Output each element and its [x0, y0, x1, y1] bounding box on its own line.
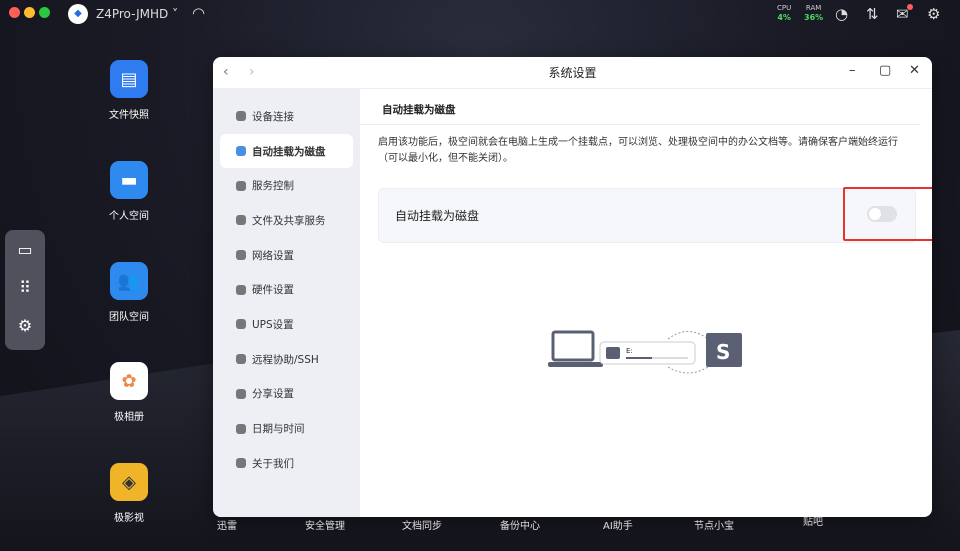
app-label: 团队空间	[109, 312, 149, 323]
cpu-usage: CPU 4%	[777, 4, 791, 22]
user-icon	[236, 458, 246, 469]
file-share-icon	[236, 215, 246, 226]
sidebar-item-label: 分享设置	[252, 388, 294, 401]
maximize-button[interactable]: ▢	[879, 63, 891, 78]
sidebar-item-label: 文件及共享服务	[252, 214, 326, 227]
nas-device-icon: S	[706, 333, 742, 367]
notification-dot	[907, 4, 913, 10]
setting-label: 自动挂载为磁盘	[395, 209, 480, 223]
sidebar-item-label: UPS设置	[252, 318, 294, 331]
app-video[interactable]: ◈ 极影视	[89, 463, 169, 524]
ram-value: 36%	[804, 13, 824, 22]
apps-grid-icon[interactable]: ⠿	[5, 268, 45, 306]
sidebar-item-label: 日期与时间	[252, 423, 305, 436]
side-dock: ▭ ⠿ ⚙	[5, 230, 45, 350]
sidebar-item-share[interactable]: 分享设置	[220, 377, 353, 412]
drive-label: E:	[626, 347, 633, 355]
sidebar-item-datetime[interactable]: 日期与时间	[220, 411, 353, 446]
auto-mount-setting-card: 自动挂载为磁盘	[378, 187, 932, 243]
ram-usage: RAM 36%	[804, 4, 823, 22]
disk-icon	[236, 146, 246, 157]
sidebar-item-hardware[interactable]: 硬件设置	[220, 272, 353, 307]
team-folder-icon: 👥	[110, 262, 148, 300]
sidebar-item-auto-mount[interactable]: 自动挂载为磁盘	[220, 133, 353, 169]
app-label-node[interactable]: 节点小宝	[694, 517, 734, 532]
remote-icon	[236, 354, 246, 365]
device-logo-icon: ◆	[68, 4, 88, 24]
settings-content: 自动挂载为磁盘 启用该功能后，极空间就会在电脑上生成一个挂载点，可以浏览、处理极…	[360, 89, 932, 517]
section-title: 自动挂载为磁盘	[360, 89, 920, 125]
app-team-space[interactable]: 👥 团队空间	[89, 262, 169, 323]
top-bar: ◆ Z4Pro-JMHD ˅ ◠ CPU 4% RAM 36% ◔ ⇅ ✉ ⚙	[0, 0, 960, 28]
minimize-window-button[interactable]	[24, 7, 35, 18]
zoom-window-button[interactable]	[39, 7, 50, 18]
ups-icon	[236, 319, 246, 330]
toggle-icon	[236, 180, 246, 191]
cpu-label: CPU	[777, 4, 792, 12]
globe-icon	[236, 250, 246, 261]
window-header: ‹ › 系统设置 – ▢ ✕	[213, 57, 932, 89]
sidebar-item-ups[interactable]: UPS设置	[220, 307, 353, 342]
share-icon	[236, 388, 246, 399]
app-file-snapshot[interactable]: ▤ 文件快照	[89, 60, 169, 121]
app-personal-space[interactable]: ▬ 个人空间	[89, 161, 169, 222]
sidebar-item-label: 网络设置	[252, 249, 294, 262]
sidebar-item-label: 设备连接	[252, 110, 294, 123]
sidebar-item-network[interactable]: 网络设置	[220, 238, 353, 273]
settings-window: ‹ › 系统设置 – ▢ ✕ 设备连接 自动挂载为磁盘 服务控制 文件及共享服务…	[213, 57, 932, 517]
sidebar-item-service-control[interactable]: 服务控制	[220, 168, 353, 203]
close-button[interactable]: ✕	[909, 63, 920, 78]
sidebar-item-label: 硬件设置	[252, 284, 294, 297]
calendar-icon	[236, 423, 246, 434]
app-label-ai[interactable]: AI助手	[603, 517, 633, 532]
ram-label: RAM	[805, 4, 822, 12]
transfer-icon[interactable]: ⇅	[866, 5, 879, 23]
cpu-value: 4%	[777, 13, 791, 22]
monitor-icon[interactable]: ▭	[5, 230, 45, 268]
sidebar-item-label: 远程协助/SSH	[252, 353, 319, 366]
laptop-icon	[548, 330, 603, 367]
link-icon	[236, 111, 246, 122]
sidebar-item-label: 自动挂载为磁盘	[252, 145, 326, 158]
app-label-doc-sync[interactable]: 文档同步	[402, 517, 442, 532]
app-label-backup[interactable]: 备份中心	[500, 517, 540, 532]
folder-icon: ▬	[110, 161, 148, 199]
app-label: 个人空间	[109, 211, 149, 222]
minimize-button[interactable]: –	[849, 63, 856, 78]
app-label: 极影视	[114, 513, 144, 524]
app-label-xunlei[interactable]: 迅雷	[217, 517, 237, 532]
app-label-security[interactable]: 安全管理	[305, 517, 345, 532]
svg-text:S: S	[716, 340, 730, 364]
gear-icon[interactable]: ⚙	[927, 5, 940, 23]
section-description: 启用该功能后，极空间就会在电脑上生成一个挂载点，可以浏览、处理极空间中的办公文档…	[378, 137, 898, 164]
video-icon: ◈	[110, 463, 148, 501]
sidebar-item-file-sharing[interactable]: 文件及共享服务	[220, 203, 353, 238]
settings-sidebar: 设备连接 自动挂载为磁盘 服务控制 文件及共享服务 网络设置 硬件设置 UPS设…	[213, 89, 360, 517]
drive-icon	[606, 347, 620, 359]
app-label: 极相册	[114, 412, 144, 423]
sidebar-item-label: 服务控制	[252, 180, 294, 193]
app-label: 文件快照	[109, 110, 149, 121]
photos-icon: ✿	[110, 362, 148, 400]
speedometer-icon[interactable]: ◔	[835, 5, 848, 23]
file-snapshot-icon: ▤	[110, 60, 148, 98]
wifi-icon[interactable]: ◠	[192, 4, 205, 22]
sidebar-item-label: 关于我们	[252, 457, 294, 470]
auto-mount-toggle[interactable]	[867, 206, 897, 222]
window-title: 系统设置	[548, 66, 597, 80]
app-photos[interactable]: ✿ 极相册	[89, 362, 169, 423]
grid-icon	[236, 284, 246, 295]
sidebar-item-device-connection[interactable]: 设备连接	[220, 99, 353, 134]
settings-icon[interactable]: ⚙	[5, 306, 45, 344]
device-selector[interactable]: Z4Pro-JMHD ˅	[96, 7, 178, 21]
close-window-button[interactable]	[9, 7, 20, 18]
mount-illustration: E: S	[548, 330, 742, 374]
sidebar-item-remote-ssh[interactable]: 远程协助/SSH	[220, 342, 353, 377]
sidebar-item-about[interactable]: 关于我们	[220, 446, 353, 481]
